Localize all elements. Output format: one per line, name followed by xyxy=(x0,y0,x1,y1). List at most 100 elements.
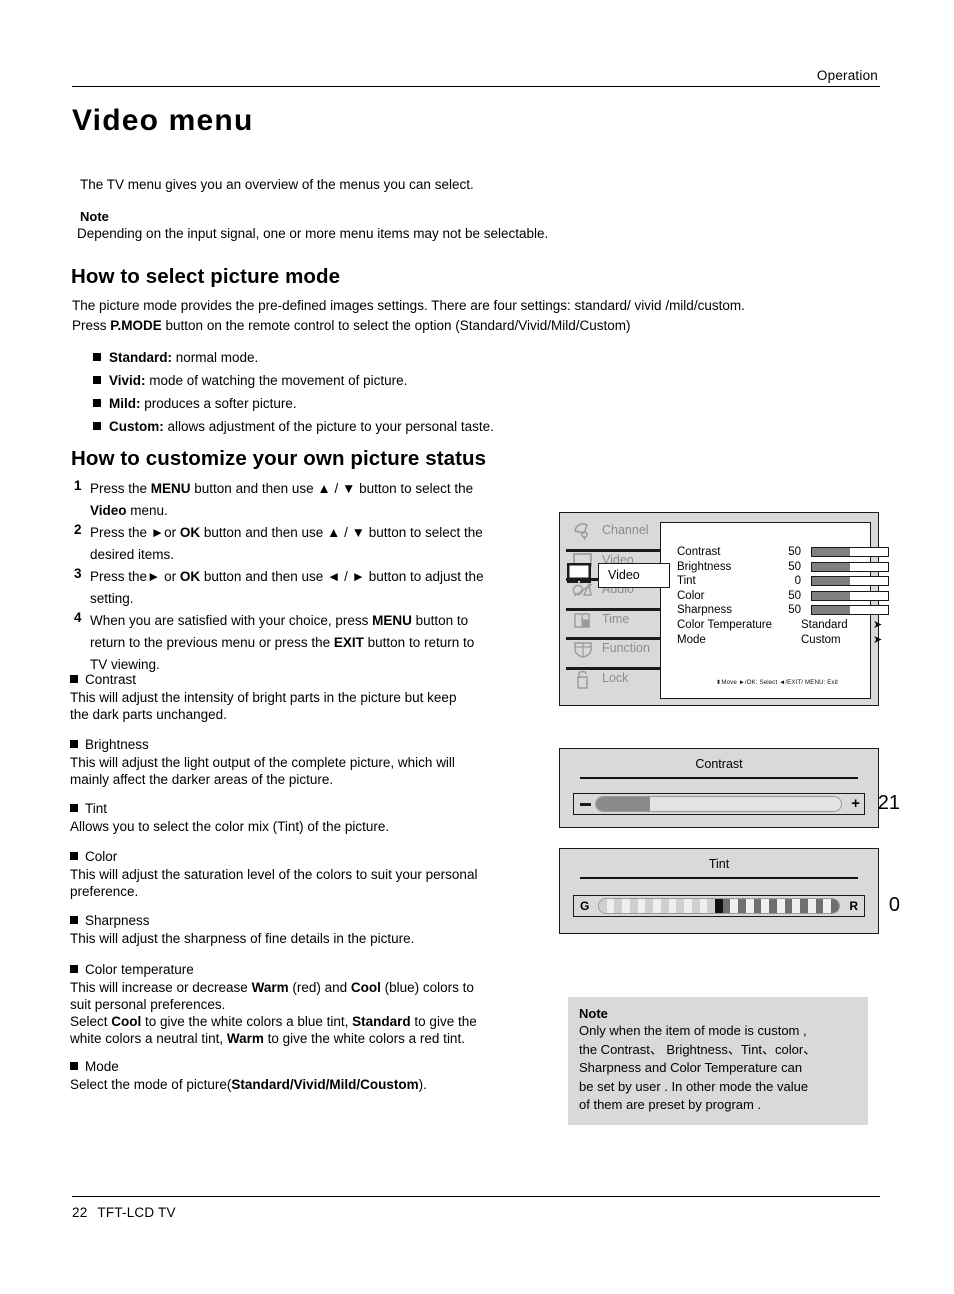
osd-item-mode[interactable]: Mode Custom ➤ xyxy=(677,633,882,648)
step-line: Press the ►or OK button and then use ▲ /… xyxy=(90,525,483,540)
description-color-temperature: Color temperature This will increase or … xyxy=(70,960,552,1047)
osd-item-value: Standard xyxy=(801,618,848,631)
tint-slider-track[interactable] xyxy=(598,898,840,914)
step-number: 4 xyxy=(74,610,82,625)
bullet-square-icon xyxy=(93,353,101,361)
bullet-square-icon xyxy=(70,1062,78,1070)
picture-mode-para-line2: Press P.MODE button on the remote contro… xyxy=(72,318,631,333)
osd-item-value: 0 xyxy=(794,575,801,588)
step-line: Video menu. xyxy=(90,503,168,518)
osd-menu-figure: Channel Video Audio Time Function Lock Video … xyxy=(559,512,889,706)
osd-item-sharpness[interactable]: Sharpness 50 xyxy=(677,603,889,618)
footer-text: 22 TFT-LCD TV xyxy=(72,1205,880,1220)
osd-item-label: Mode xyxy=(677,633,706,646)
picture-mode-item: Vivid: mode of watching the movement of … xyxy=(93,369,494,392)
heading-how-to-select-picture-mode: How to select picture mode xyxy=(71,265,341,288)
bullet-square-icon xyxy=(93,376,101,384)
description-tint-body: Allows you to select the color mix (Tint… xyxy=(70,819,390,834)
tint-red-label: R xyxy=(849,899,858,913)
contrast-slider[interactable]: + 21 xyxy=(573,792,900,815)
picture-mode-item-desc: allows adjustment of the picture to your… xyxy=(163,419,494,434)
side-note-line: of them are preset by program . xyxy=(579,1097,762,1112)
side-note-label: Note xyxy=(579,1006,608,1021)
tint-segment xyxy=(637,899,646,913)
osd-item-label: Brightness xyxy=(677,560,732,573)
osd-sidebar-item-lock[interactable]: Lock xyxy=(566,666,666,696)
osd-sidebar-item-time[interactable]: Time xyxy=(566,607,666,637)
description-color-temperature-title: Color temperature xyxy=(70,960,552,979)
osd-sidebar-item-video[interactable]: Video xyxy=(598,563,670,588)
osd-item-value: 50 xyxy=(788,604,801,617)
osd-item-color[interactable]: Color 50 xyxy=(677,589,889,604)
page-title: Video menu xyxy=(72,104,254,137)
side-note-body: Only when the item of mode is custom , th… xyxy=(579,1022,857,1115)
description-tint-title: Tint xyxy=(70,799,552,818)
contrast-slider-track[interactable] xyxy=(595,796,842,812)
osd-item-bar[interactable] xyxy=(811,576,889,587)
osd-item-tint[interactable]: Tint 0 xyxy=(677,574,889,589)
osd-item-color-temperature[interactable]: Color Temperature Standard ➤ xyxy=(677,618,882,633)
osd-sidebar-item-label: Time xyxy=(602,611,630,626)
description-color-temperature-body: This will increase or decrease Warm (red… xyxy=(70,979,552,1047)
osd-sidebar-item-function[interactable]: Function xyxy=(566,636,666,666)
tint-segment xyxy=(622,899,630,913)
plus-icon[interactable]: + xyxy=(851,796,860,812)
tint-segment xyxy=(599,899,607,913)
step-number: 2 xyxy=(74,522,82,537)
tint-segment xyxy=(606,899,615,913)
picture-mode-list: Standard: normal mode. Vivid: mode of wat… xyxy=(93,346,494,438)
osd-sidebar-item-channel[interactable]: Channel xyxy=(566,518,666,548)
step-line: Press the MENU button and then use ▲ / ▼… xyxy=(90,481,474,496)
picture-mode-item-desc: produces a softer picture. xyxy=(140,396,297,411)
osd-sidebar-item-label: Lock xyxy=(602,670,629,685)
osd-item-label: Sharpness xyxy=(677,604,732,617)
footer-rule xyxy=(72,1196,880,1197)
osd-item-contrast[interactable]: Contrast 50 xyxy=(677,545,889,560)
tint-segment xyxy=(668,899,677,913)
step-line: return to the previous menu or press the… xyxy=(90,635,475,650)
osd-sidebar-item-label: Channel xyxy=(602,523,649,537)
tint-slider[interactable]: G R 0 xyxy=(573,894,900,917)
bullet-square-icon xyxy=(70,675,78,683)
picture-mode-para-line1: The picture mode provides the pre-define… xyxy=(72,298,745,313)
page-footer: 22 TFT-LCD TV xyxy=(72,1196,880,1220)
contrast-slider-fill xyxy=(596,797,650,811)
description-mode-title: Mode xyxy=(70,1057,552,1076)
osd-item-bar[interactable] xyxy=(811,561,889,572)
tint-green-label: G xyxy=(580,899,590,913)
chevron-right-icon[interactable]: ➤ xyxy=(873,634,882,647)
padlock-icon xyxy=(572,670,594,689)
osd-sidebar-item-video-label: Video xyxy=(608,568,640,582)
osd-item-bar-fill xyxy=(812,591,850,600)
osd-item-bar[interactable] xyxy=(811,590,889,601)
intro-note-label: Note xyxy=(80,209,109,224)
tint-segment xyxy=(784,899,793,913)
osd-item-bar[interactable] xyxy=(811,605,889,616)
side-note-line: Only when the item of mode is custom , xyxy=(579,1023,807,1038)
description-tint: Tint Allows you to select the color mix … xyxy=(70,799,552,835)
osd-item-bar[interactable] xyxy=(811,547,889,557)
description-sharpness-body: This will adjust the sharpness of fine d… xyxy=(70,931,415,946)
osd-content-panel: Contrast 50 Brightness 50 Tint 0 Color 50 Sharpn… xyxy=(660,522,889,699)
description-color-title: Color xyxy=(70,847,552,866)
customize-step: 3 Press the► or OK button and then use ◄ … xyxy=(72,566,550,610)
picture-mode-item-term: Vivid: xyxy=(109,373,146,388)
tint-segment xyxy=(776,899,785,913)
color-temp-line-2: suit personal preferences. xyxy=(70,997,226,1012)
chevron-right-icon[interactable]: ➤ xyxy=(873,619,882,632)
description-brightness: Brightness This will adjust the light ou… xyxy=(70,735,552,788)
tint-segment xyxy=(614,899,623,913)
osd-item-value: 50 xyxy=(788,546,801,558)
picture-mode-item-term: Standard: xyxy=(109,350,173,365)
description-color: Color This will adjust the saturation le… xyxy=(70,847,552,900)
tint-segment xyxy=(722,899,731,913)
tint-slider-wrap: G R 0 xyxy=(573,894,900,917)
tint-adjust-figure: Tint G R 0 xyxy=(559,848,900,934)
osd-item-label: Color Temperature xyxy=(677,618,773,631)
color-temp-line-1: This will increase or decrease Warm (red… xyxy=(70,980,474,995)
osd-item-brightness[interactable]: Brightness 50 xyxy=(677,560,889,575)
side-note-line: be set by user . In other mode the value xyxy=(579,1078,809,1094)
picture-mode-item: Standard: normal mode. xyxy=(93,346,494,369)
bullet-square-icon xyxy=(70,852,78,860)
minus-icon[interactable] xyxy=(580,803,591,806)
